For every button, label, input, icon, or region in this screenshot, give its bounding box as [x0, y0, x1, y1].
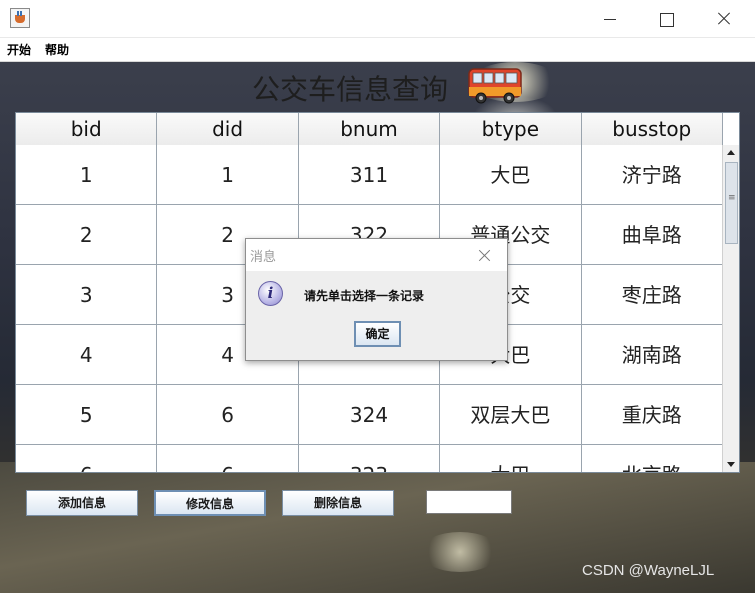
table-cell[interactable]: 枣庄路	[582, 265, 723, 325]
table-cell[interactable]: 2	[16, 205, 158, 265]
maximize-icon[interactable]	[638, 0, 696, 38]
table-row[interactable]: 6 6 323 大巴 北京路	[16, 445, 723, 472]
watermark: CSDN @WayneLJL	[582, 562, 715, 579]
table-cell[interactable]: 济宁路	[582, 145, 723, 205]
dialog-title: 消息	[250, 250, 277, 265]
close-icon[interactable]	[696, 0, 754, 38]
table-cell[interactable]: 311	[299, 145, 441, 205]
background-light	[420, 532, 500, 572]
table-cell[interactable]: 4	[16, 325, 158, 385]
table-cell[interactable]: 重庆路	[582, 385, 723, 445]
column-header[interactable]: btype	[440, 113, 582, 145]
table-scrollbar[interactable]	[722, 145, 739, 472]
menu-help[interactable]: 帮助	[45, 41, 69, 58]
table-cell[interactable]: 6	[157, 385, 299, 445]
table-cell[interactable]: 5	[16, 385, 158, 445]
window-titlebar	[0, 0, 755, 38]
java-app-icon	[10, 8, 30, 28]
column-header[interactable]: busstop	[581, 113, 723, 145]
search-input[interactable]	[426, 490, 512, 514]
table-cell[interactable]: 6	[16, 445, 158, 472]
menu-bar: 开始 帮助	[0, 38, 755, 62]
table-cell[interactable]: 3	[16, 265, 158, 325]
table-cell[interactable]: 323	[299, 445, 441, 472]
message-dialog: 消息 i 请先单击选择一条记录 确定	[245, 238, 508, 361]
edit-info-button[interactable]: 修改信息	[154, 490, 266, 516]
table-row[interactable]: 1 1 311 大巴 济宁路	[16, 145, 723, 205]
table-header: bid did bnum btype busstop	[16, 113, 723, 145]
table-cell[interactable]: 1	[157, 145, 299, 205]
table-cell[interactable]: 大巴	[440, 445, 582, 472]
menu-start[interactable]: 开始	[7, 41, 31, 58]
table-cell[interactable]: 6	[157, 445, 299, 472]
close-icon[interactable]	[475, 246, 495, 266]
table-cell[interactable]: 双层大巴	[440, 385, 582, 445]
column-header[interactable]: bid	[16, 113, 158, 145]
scroll-up-icon[interactable]	[723, 145, 739, 161]
add-info-button[interactable]: 添加信息	[26, 490, 138, 516]
dialog-titlebar: 消息	[246, 239, 507, 271]
table-cell[interactable]: 北京路	[582, 445, 723, 472]
bus-icon	[468, 68, 522, 104]
table-cell[interactable]: 湖南路	[582, 325, 723, 385]
scroll-down-icon[interactable]	[723, 456, 739, 472]
ok-button[interactable]: 确定	[354, 321, 401, 347]
table-row[interactable]: 5 6 324 双层大巴 重庆路	[16, 385, 723, 445]
table-cell[interactable]: 曲阜路	[582, 205, 723, 265]
column-header[interactable]: did	[157, 113, 299, 145]
table-cell[interactable]: 1	[16, 145, 158, 205]
scroll-thumb[interactable]	[725, 162, 738, 244]
minimize-icon[interactable]	[580, 0, 638, 38]
table-cell[interactable]: 324	[299, 385, 441, 445]
page-title: 公交车信息查询	[252, 73, 449, 106]
table-cell[interactable]: 大巴	[440, 145, 582, 205]
dialog-message: 请先单击选择一条记录	[304, 289, 425, 303]
info-icon: i	[258, 281, 283, 306]
column-header[interactable]: bnum	[298, 113, 441, 145]
delete-info-button[interactable]: 删除信息	[282, 490, 394, 516]
